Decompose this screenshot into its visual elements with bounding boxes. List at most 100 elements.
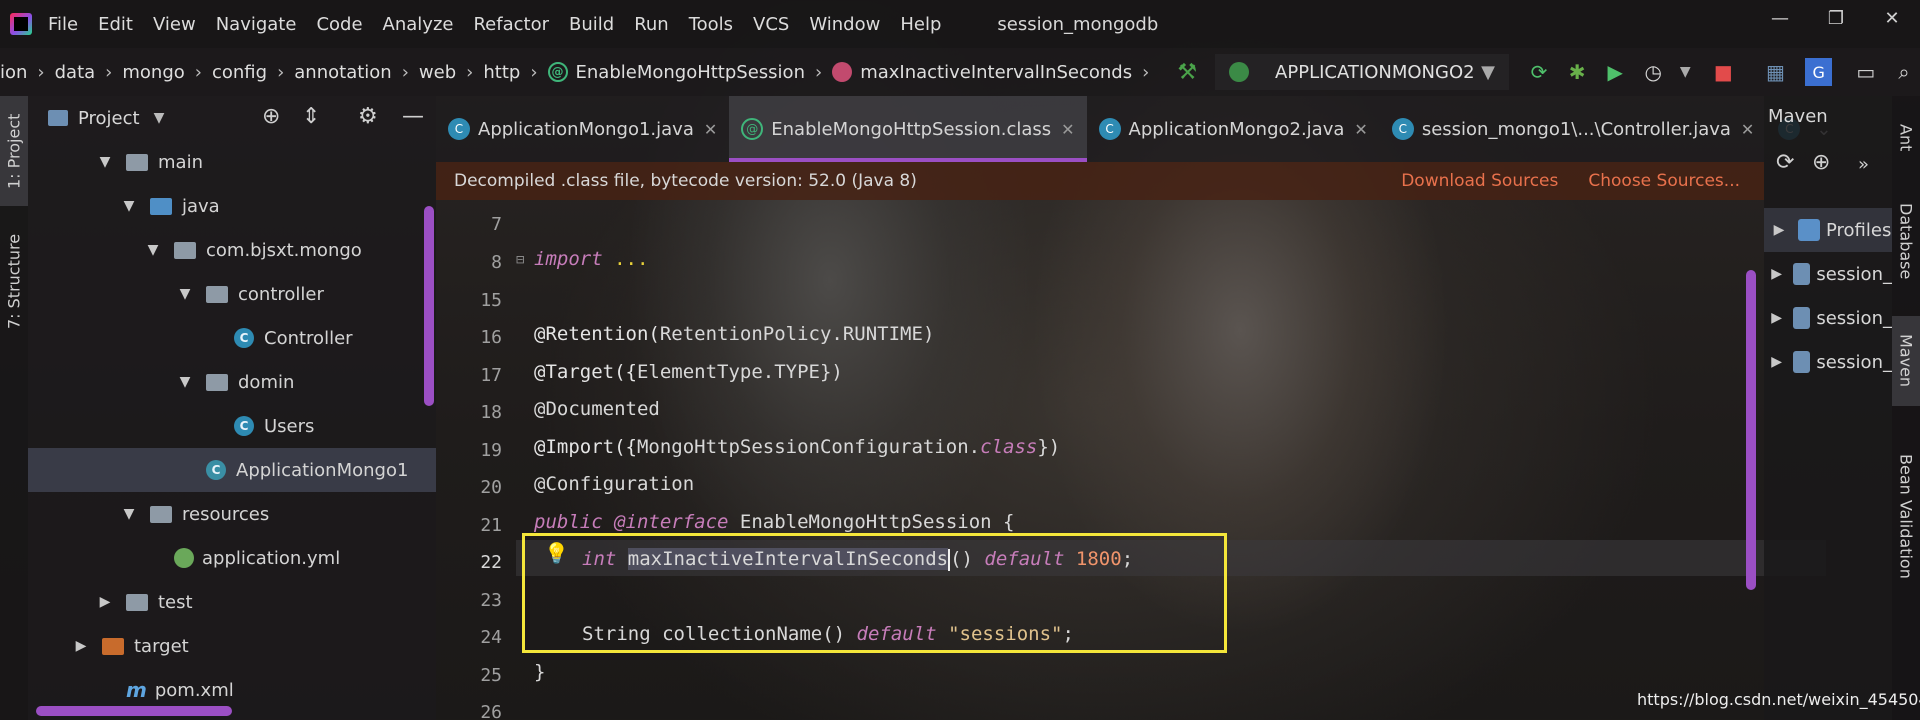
breadcrumb-item[interactable]: data xyxy=(55,62,96,83)
breadcrumb-item[interactable]: ion xyxy=(0,62,27,83)
menu-analyze[interactable]: Analyze xyxy=(383,14,454,35)
presentation-icon[interactable]: ▭ xyxy=(1850,55,1882,89)
add-maven-project-icon[interactable]: ⊕ xyxy=(1812,150,1830,175)
project-panel-title: Project xyxy=(78,107,140,129)
horizontal-scrollbar[interactable] xyxy=(36,706,232,716)
chevron-down-icon[interactable]: ▼ xyxy=(120,506,138,522)
menu-tools[interactable]: Tools xyxy=(689,14,733,35)
tab-applicationmongo2[interactable]: C ApplicationMongo2.java ✕ xyxy=(1087,96,1380,162)
navigation-bar: ion › data › mongo › config › annotation › we… xyxy=(0,48,1920,96)
menu-edit[interactable]: Edit xyxy=(98,14,133,35)
tree-item[interactable]: ▶ target xyxy=(28,624,436,668)
search-everywhere-icon[interactable]: ⌕ xyxy=(1888,55,1920,89)
breadcrumb-item[interactable]: mongo xyxy=(122,62,184,83)
maven-project[interactable]: ▶ session_ xyxy=(1764,296,1892,340)
breadcrumb-annotation[interactable]: @ EnableMongoHttpSession xyxy=(547,62,805,83)
reload-icon[interactable]: ⟳ xyxy=(1776,150,1794,175)
chevron-right-icon: › xyxy=(530,61,538,83)
close-icon[interactable]: ✕ xyxy=(1354,120,1367,139)
tree-item[interactable]: ▼ main xyxy=(28,140,436,184)
profiler-icon[interactable]: ◷ xyxy=(1637,55,1669,89)
stop-icon[interactable]: ■ xyxy=(1707,55,1739,89)
close-icon[interactable]: ✕ xyxy=(1741,120,1754,139)
punctuation: }) xyxy=(819,361,843,383)
menu-run[interactable]: Run xyxy=(634,14,669,35)
tab-ant-tool[interactable]: Ant xyxy=(1892,100,1920,176)
project-structure-icon[interactable]: ▦ xyxy=(1759,55,1791,89)
tab-project-tool[interactable]: 1: Project xyxy=(0,96,28,206)
folded-imports[interactable]: ... xyxy=(603,248,648,270)
close-icon[interactable]: ✕ xyxy=(1061,120,1074,139)
tree-item[interactable]: C ApplicationMongo1 xyxy=(28,448,436,492)
tab-controller[interactable]: C session_mongo1\...\Controller.java ✕ xyxy=(1380,96,1767,162)
chevron-down-icon[interactable]: ▼ xyxy=(96,154,114,170)
expand-toolbar-icon[interactable]: » xyxy=(1858,154,1869,175)
collapse-all-icon[interactable]: ⇕ xyxy=(302,104,320,129)
tab-applicationmongo1[interactable]: C ApplicationMongo1.java ✕ xyxy=(436,96,729,162)
tree-item[interactable]: ▼ com.bjsxt.mongo xyxy=(28,228,436,272)
menu-help[interactable]: Help xyxy=(900,14,941,35)
fold-icon[interactable]: ⊟ xyxy=(516,252,524,268)
line-number: 25 xyxy=(480,665,502,686)
tab-enablemongohttpsession[interactable]: @ EnableMongoHttpSession.class ✕ xyxy=(729,96,1087,162)
debug-icon[interactable]: ✱ xyxy=(1561,55,1593,89)
editor-scrollbar[interactable] xyxy=(1746,270,1756,590)
breadcrumb-item[interactable]: http xyxy=(483,62,520,83)
close-icon[interactable]: ✕ xyxy=(704,120,717,139)
menu-file[interactable]: File xyxy=(48,14,78,35)
menu-navigate[interactable]: Navigate xyxy=(216,14,297,35)
menu-code[interactable]: Code xyxy=(316,14,362,35)
choose-sources-link[interactable]: Choose Sources... xyxy=(1588,171,1740,191)
tree-item[interactable]: ▼ java xyxy=(28,184,436,228)
restore-icon[interactable]: ❐ xyxy=(1808,0,1864,36)
menu-refactor[interactable]: Refactor xyxy=(473,14,549,35)
maven-project[interactable]: ▶ session_ xyxy=(1764,340,1892,384)
breadcrumb-item[interactable]: annotation xyxy=(294,62,391,83)
run-coverage-icon[interactable]: ▶ xyxy=(1599,55,1631,89)
tab-maven-tool[interactable]: Maven xyxy=(1892,316,1920,406)
close-icon[interactable]: ✕ xyxy=(1864,0,1920,36)
tree-item[interactable]: C Users xyxy=(28,404,436,448)
tab-database-tool[interactable]: Database xyxy=(1892,186,1920,296)
annotation-text: @Target({ xyxy=(534,361,637,383)
breadcrumb-item[interactable]: config xyxy=(212,62,267,83)
chevron-right-icon[interactable]: ▶ xyxy=(72,638,90,654)
download-sources-link[interactable]: Download Sources xyxy=(1401,171,1558,191)
locate-icon[interactable]: ⊕ xyxy=(262,104,280,129)
chevron-right-icon[interactable]: ▶ xyxy=(96,594,114,610)
hide-icon[interactable]: — xyxy=(402,104,424,129)
tab-bean-validation-tool[interactable]: Bean Validation xyxy=(1892,436,1920,596)
rerun-icon[interactable]: ⟳ xyxy=(1523,55,1555,89)
gear-icon[interactable]: ⚙ xyxy=(358,104,378,129)
chevron-right-icon: › xyxy=(277,61,285,83)
run-configuration-select[interactable]: APPLICATIONMONGO2 ▼ xyxy=(1215,54,1509,90)
build-hammer-icon[interactable]: ⚒ xyxy=(1177,60,1197,85)
tree-item[interactable]: ▼ resources xyxy=(28,492,436,536)
tab-structure-tool[interactable]: 7: Structure xyxy=(0,206,28,356)
breadcrumb-label: maxInactiveIntervalInSeconds xyxy=(860,61,1133,83)
maven-project[interactable]: ▶ session_ xyxy=(1764,252,1892,296)
menu-view[interactable]: View xyxy=(153,14,196,35)
tree-item[interactable]: C Controller xyxy=(28,316,436,360)
chevron-down-icon[interactable]: ▼ xyxy=(176,286,194,302)
translate-icon[interactable]: G xyxy=(1805,58,1832,86)
minimize-icon[interactable]: — xyxy=(1752,0,1808,36)
punctuation: ) xyxy=(922,323,935,345)
chevron-down-icon[interactable]: ▼ xyxy=(144,242,162,258)
chevron-down-icon[interactable]: ▼ xyxy=(176,374,194,390)
tree-item[interactable]: ▶ test xyxy=(28,580,436,624)
chevron-down-icon[interactable]: ▼ xyxy=(1669,55,1701,89)
chevron-down-icon[interactable]: ▼ xyxy=(120,198,138,214)
class-reference: MongoHttpSessionConfiguration. xyxy=(636,436,981,458)
tree-item[interactable]: ▼ domin xyxy=(28,360,436,404)
menu-build[interactable]: Build xyxy=(569,14,614,35)
breadcrumb-item[interactable]: web xyxy=(419,62,456,83)
tree-item[interactable]: application.yml xyxy=(28,536,436,580)
maven-profiles[interactable]: ▶ Profiles xyxy=(1764,208,1892,252)
breadcrumb-method[interactable]: maxInactiveIntervalInSeconds xyxy=(832,62,1132,83)
menu-vcs[interactable]: VCS xyxy=(753,14,789,35)
tree-item[interactable]: ▼ controller xyxy=(28,272,436,316)
enum-constant: ElementType.TYPE xyxy=(636,361,820,383)
menu-window[interactable]: Window xyxy=(809,14,880,35)
scrollbar[interactable] xyxy=(424,206,434,406)
